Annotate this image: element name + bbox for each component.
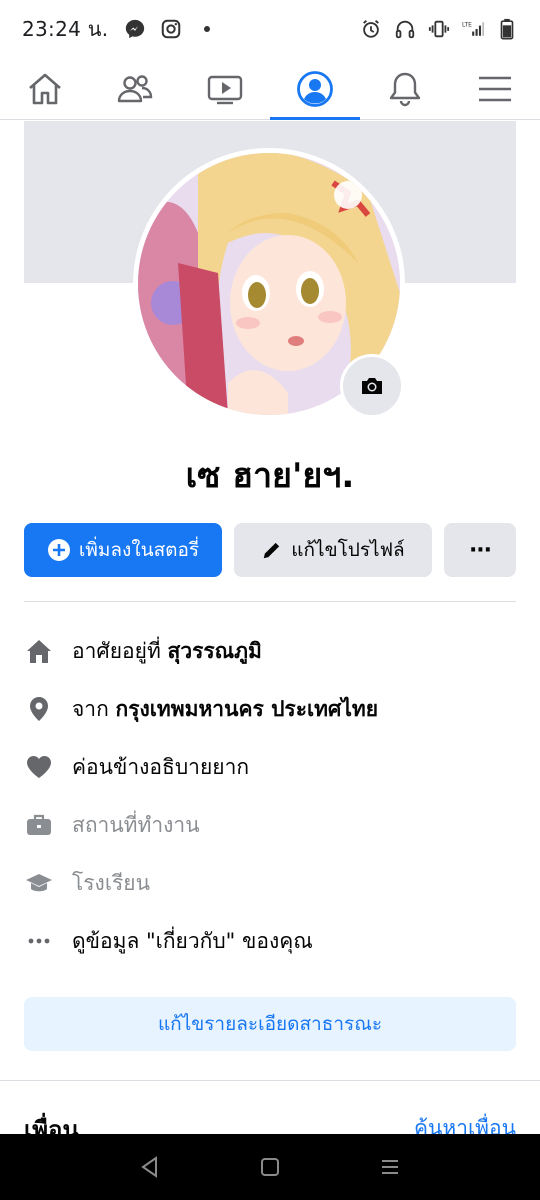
info-workplace[interactable]: สถานที่ทำงาน	[24, 796, 516, 854]
more-options-button[interactable]: ···	[444, 523, 516, 577]
friends-icon	[117, 74, 153, 102]
status-bar: 23:24 น. LTE	[0, 0, 540, 58]
ellipsis-icon	[24, 926, 54, 956]
info-school[interactable]: โรงเรียน	[24, 854, 516, 912]
back-icon[interactable]	[137, 1154, 163, 1180]
more-dots-icon: ···	[468, 537, 492, 563]
from-prefix: จาก	[72, 696, 109, 721]
change-profile-photo-button[interactable]	[340, 354, 404, 418]
recent-apps-icon[interactable]	[377, 1154, 403, 1180]
camera-icon	[362, 378, 382, 394]
section-divider	[0, 1080, 540, 1081]
battery-icon	[496, 18, 518, 40]
profile-name: เซ ฮาย'ยฯ.	[185, 456, 355, 496]
home-icon	[29, 73, 61, 104]
info-lives-in: อาศัยอยู่ที่ สุวรรณภูมิ	[24, 622, 516, 680]
headphones-icon	[394, 18, 416, 40]
divider	[24, 601, 516, 602]
lte-signal-icon: LTE	[462, 18, 484, 40]
intro-details: อาศัยอยู่ที่ สุวรรณภูมิ จาก กรุงเทพมหานค…	[24, 622, 516, 970]
alarm-icon	[360, 18, 382, 40]
school-text: โรงเรียน	[72, 870, 150, 895]
edit-profile-button[interactable]: แก้ไขโปรไฟล์	[234, 523, 432, 577]
svg-text:LTE: LTE	[462, 22, 472, 28]
graduation-cap-icon	[24, 868, 54, 898]
heart-icon	[24, 752, 54, 782]
location-pin-icon	[24, 694, 54, 724]
top-nav-bar	[0, 58, 540, 120]
profile-icon	[297, 70, 333, 107]
profile-actions: เพิ่มลงในสตอรี่ แก้ไขโปรไฟล์ ···	[24, 523, 516, 577]
plus-circle-icon	[47, 539, 70, 561]
lives-in-prefix: อาศัยอยู่ที่	[72, 638, 161, 663]
tab-watch[interactable]	[180, 58, 270, 119]
vibrate-icon	[428, 18, 450, 40]
briefcase-icon	[24, 810, 54, 840]
see-about-text: ดูข้อมูล "เกี่ยวกับ" ของคุณ	[72, 928, 313, 953]
menu-icon	[479, 76, 511, 101]
home-button-icon[interactable]	[257, 1154, 283, 1180]
add-to-story-label: เพิ่มลงในสตอรี่	[78, 539, 200, 561]
tab-profile[interactable]	[270, 58, 360, 120]
info-from: จาก กรุงเทพมหานคร ประเทศไทย	[24, 680, 516, 738]
watch-icon	[207, 75, 243, 104]
workplace-text: สถานที่ทำงาน	[72, 812, 200, 837]
tab-home[interactable]	[0, 58, 90, 119]
notification-dot-icon	[196, 18, 218, 40]
pencil-icon	[264, 542, 280, 559]
messenger-icon	[124, 18, 146, 40]
system-navigation-bar	[0, 1134, 540, 1200]
bell-icon	[389, 72, 421, 106]
tab-notifications[interactable]	[360, 58, 450, 119]
status-time: 23:24 น.	[22, 17, 109, 41]
house-icon	[24, 636, 54, 666]
add-to-story-button[interactable]: เพิ่มลงในสตอรี่	[24, 523, 222, 577]
lives-in-value: สุวรรณภูมิ	[167, 638, 262, 663]
edit-public-details-label: แก้ไขรายละเอียดสาธารณะ	[157, 1013, 383, 1035]
tab-menu[interactable]	[450, 58, 540, 119]
edit-public-details-button[interactable]: แก้ไขรายละเอียดสาธารณะ	[24, 997, 516, 1051]
edit-profile-label: แก้ไขโปรไฟล์	[291, 539, 405, 561]
relationship-text: ค่อนข้างอธิบายยาก	[72, 754, 250, 779]
tab-friends[interactable]	[90, 58, 180, 119]
info-see-about[interactable]: ดูข้อมูล "เกี่ยวกับ" ของคุณ	[24, 912, 516, 970]
info-relationship: ค่อนข้างอธิบายยาก	[24, 738, 516, 796]
from-value: กรุงเทพมหานคร ประเทศไทย	[115, 696, 379, 721]
instagram-icon	[160, 18, 182, 40]
